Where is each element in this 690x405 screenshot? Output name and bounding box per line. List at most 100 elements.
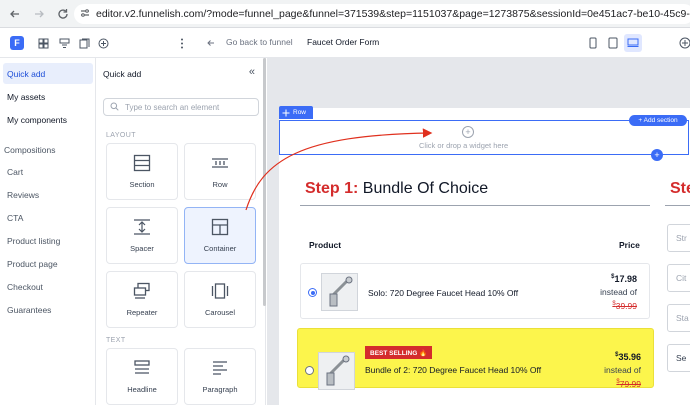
move-icon[interactable] — [282, 109, 290, 117]
widget-label: Spacer — [130, 244, 154, 253]
collapse-panel-icon[interactable]: « — [249, 66, 255, 78]
sidebar-item-reviews[interactable]: Reviews — [3, 184, 93, 205]
old-price: $79.99 — [616, 379, 641, 389]
sidebar-item-product-page[interactable]: Product page — [3, 253, 93, 274]
container-icon — [211, 218, 229, 236]
city-field[interactable]: Cit — [667, 264, 690, 292]
carousel-icon — [211, 283, 229, 299]
widget-spacer[interactable]: Spacer — [106, 207, 178, 264]
sidebar-item-product-listing[interactable]: Product listing — [3, 230, 93, 251]
left-sidebar: Quick add My assets My components Compos… — [0, 58, 96, 405]
row-tag-label: Row — [293, 109, 307, 116]
step-2-heading: Ste — [670, 180, 690, 197]
editor-toolbar: F Go back to funnel Faucet Order Form — [0, 28, 690, 58]
step-1-title: Bundle Of Choice — [362, 180, 489, 197]
search-icon — [110, 98, 119, 116]
more-vertical-icon[interactable] — [174, 35, 190, 51]
sidebar-heading-compositions: Compositions — [4, 144, 56, 155]
product-price: $35.96 — [615, 352, 641, 362]
best-selling-badge: BEST SELLING 🔥 — [365, 346, 433, 359]
text-section-label: TEXT — [106, 337, 126, 344]
widget-label: Row — [212, 180, 228, 189]
funnelish-logo[interactable]: F — [10, 36, 24, 50]
price-column-header: Price — [619, 240, 640, 250]
widget-section[interactable]: Section — [106, 143, 178, 200]
widget-label: Section — [129, 180, 155, 189]
layers-grid-icon[interactable] — [35, 35, 51, 51]
address-bar[interactable]: editor.v2.funnelish.com/?mode=funnel_pag… — [74, 4, 690, 24]
product-name: Solo: 720 Degree Faucet Head 10% Off — [368, 288, 519, 298]
sidebar-item-my-components[interactable]: My components — [3, 109, 93, 130]
product-name: Bundle of 2: 720 Degree Faucet Head 10% … — [365, 365, 542, 375]
pages-icon[interactable] — [76, 35, 92, 51]
widget-headline[interactable]: Headline — [106, 348, 178, 405]
site-settings-icon[interactable] — [80, 5, 90, 23]
widget-label: Container — [203, 244, 237, 253]
widget-repeater[interactable]: Repeater — [106, 271, 178, 328]
step-1-heading: Step 1: Bundle Of Choice — [305, 180, 488, 198]
add-widget-icon[interactable]: + — [462, 126, 474, 138]
headline-icon — [134, 360, 150, 374]
street-field[interactable]: Str — [667, 224, 690, 252]
widget-carousel[interactable]: Carousel — [184, 271, 256, 328]
add-circle-icon[interactable] — [676, 34, 690, 52]
heading-divider — [665, 205, 690, 206]
widget-row[interactable]: Row — [184, 143, 256, 200]
product-option-highlighted[interactable]: BEST SELLING 🔥 Bundle of 2: 720 Degree F… — [297, 328, 654, 390]
widget-label: Paragraph — [202, 385, 238, 394]
element-search-input[interactable]: Type to search an element — [103, 98, 259, 116]
paragraph-icon — [213, 361, 227, 375]
forward-arrow-icon[interactable] — [30, 5, 48, 23]
sidebar-item-cart[interactable]: Cart — [3, 161, 93, 182]
url-text: editor.v2.funnelish.com/?mode=funnel_pag… — [96, 8, 690, 20]
go-back-link[interactable]: Go back to funnel — [226, 37, 293, 47]
instead-of-label: instead of — [600, 287, 637, 297]
row-tag[interactable]: Row — [279, 106, 313, 119]
desktop-view-icon[interactable] — [624, 34, 642, 52]
faucet-product-image — [318, 352, 355, 390]
widget-label: Headline — [127, 385, 157, 394]
step-1-prefix: Step 1: — [305, 180, 359, 197]
heading-divider — [300, 205, 650, 206]
widget-container[interactable]: Container — [184, 207, 256, 264]
select-field[interactable]: Se — [667, 344, 690, 372]
widget-paragraph[interactable]: Paragraph — [184, 348, 256, 405]
widget-label: Repeater — [126, 308, 158, 317]
sidebar-item-cta[interactable]: CTA — [3, 207, 93, 228]
widget-label: Carousel — [204, 308, 235, 317]
sidebar-item-guarantees[interactable]: Guarantees — [3, 299, 93, 320]
sidebar-item-quick-add[interactable]: Quick add — [3, 63, 93, 84]
product-price: $17.98 — [611, 274, 637, 284]
reload-icon[interactable] — [54, 5, 72, 23]
drop-hint: Click or drop a widget here — [419, 141, 509, 150]
spacer-icon — [134, 219, 150, 235]
navigator-icon[interactable] — [56, 35, 72, 51]
old-price: $39.99 — [612, 301, 637, 311]
sidebar-item-checkout[interactable]: Checkout — [3, 276, 93, 297]
panel-scrollbar[interactable] — [263, 58, 266, 306]
instead-of-label: instead of — [604, 365, 641, 375]
sidebar-item-my-assets[interactable]: My assets — [3, 86, 93, 107]
editor-canvas: Row + Click or drop a widget here + Add … — [267, 58, 690, 405]
layout-section-label: LAYOUT — [106, 132, 136, 139]
page-title: Faucet Order Form — [307, 37, 380, 47]
repeater-icon — [133, 282, 150, 299]
tablet-view-icon[interactable] — [604, 34, 622, 52]
faucet-product-image — [321, 273, 358, 311]
add-section-button[interactable]: + Add section — [629, 115, 687, 126]
row-icon — [212, 158, 228, 168]
panel-title: Quick add — [103, 69, 142, 79]
product-column-header: Product — [309, 240, 342, 250]
state-field[interactable]: Sta — [667, 304, 690, 332]
search-placeholder: Type to search an element — [125, 102, 220, 112]
product-radio[interactable] — [308, 288, 317, 297]
back-arrow-small-icon[interactable] — [207, 35, 215, 51]
quick-add-panel: Quick add « Type to search an element LA… — [96, 58, 266, 405]
product-radio[interactable] — [305, 366, 314, 375]
mobile-view-icon[interactable] — [584, 34, 602, 52]
product-option[interactable]: Solo: 720 Degree Faucet Head 10% Off $17… — [300, 263, 650, 319]
add-circle-icon[interactable] — [95, 35, 111, 51]
browser-bar: editor.v2.funnelish.com/?mode=funnel_pag… — [0, 0, 690, 28]
insert-below-icon[interactable]: + — [651, 149, 663, 161]
back-arrow-icon[interactable] — [6, 5, 24, 23]
